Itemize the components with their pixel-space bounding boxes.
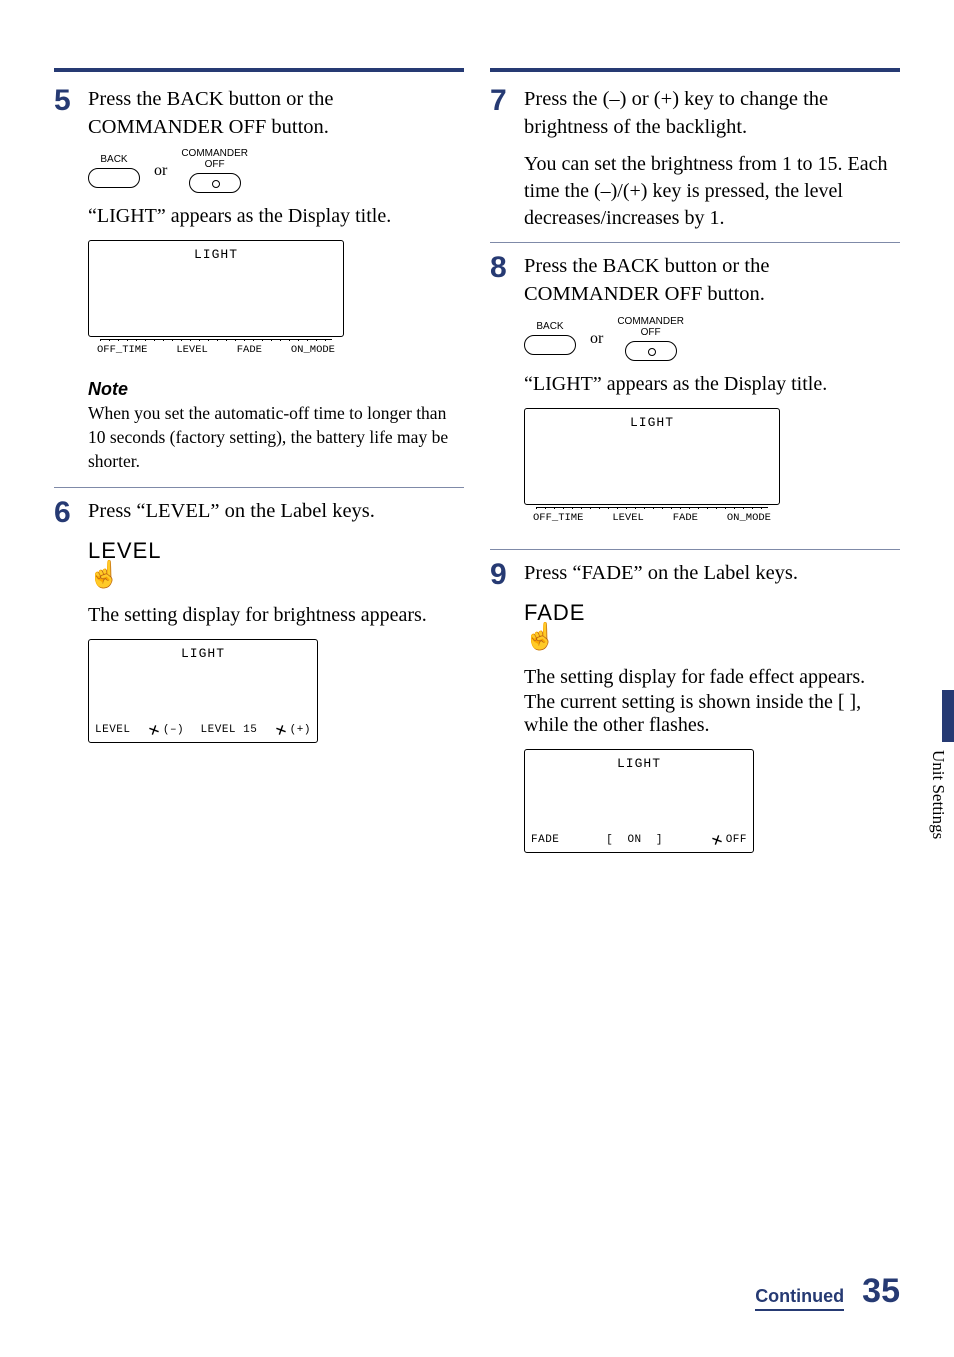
step-5-text: Press the BACK button or the COMMANDER O…	[88, 86, 464, 141]
flash-icon	[148, 724, 161, 737]
step-9-number: 9	[490, 560, 524, 590]
divider	[490, 549, 900, 550]
lcd-strip-onmode: ON_MODE	[291, 344, 335, 356]
lcd-strip-fade: FADE	[237, 344, 262, 356]
commander-off-label-2: OFF	[641, 328, 661, 338]
step-9-text: Press “FADE” on the Label keys.	[524, 560, 900, 588]
step-8-result-text: “LIGHT” appears as the Display title.	[524, 373, 900, 396]
step-6-result-text: The setting display for brightness appea…	[88, 604, 464, 627]
lcd-title: LIGHT	[89, 640, 317, 665]
step-8-button-row: BACK or COMMANDER OFF	[524, 317, 900, 361]
lcd-light-menu: LIGHT OFF_TIME LEVEL FADE ON_MODE	[524, 408, 780, 531]
page-number: 35	[862, 1272, 900, 1311]
section-rule	[54, 68, 464, 72]
step-8-number: 8	[490, 253, 524, 283]
step-5-result-text: “LIGHT” appears as the Display title.	[88, 205, 464, 228]
lcd-strip-fade: FADE	[673, 512, 698, 524]
commander-off-button-graphic: COMMANDER OFF	[181, 149, 248, 193]
section-rule	[490, 68, 900, 72]
step-7: 7 Press the (–) or (+) key to change the…	[490, 86, 900, 232]
step-7-subtext: You can set the brightness from 1 to 15.…	[524, 151, 900, 232]
lcd-strip-onmode: ON_MODE	[727, 512, 771, 524]
lcd-fade-left: FADE	[531, 834, 559, 846]
lcd-fade-on: [ ON ]	[606, 834, 663, 846]
step-7-text: Press the (–) or (+) key to change the b…	[524, 86, 900, 141]
lcd-level-value: LEVEL 15	[201, 724, 258, 736]
lcd-fade-setting: LIGHT FADE [ ON ] OFF	[524, 749, 754, 853]
lcd-fade-off: OFF	[726, 834, 747, 846]
commander-off-label-2: OFF	[205, 160, 225, 170]
step-6-text: Press “LEVEL” on the Label keys.	[88, 498, 464, 526]
back-button-icon	[88, 168, 140, 188]
hand-press-icon: ☝	[524, 624, 556, 650]
hand-press-icon: ☝	[88, 562, 120, 588]
lcd-plus: (+)	[290, 724, 311, 736]
flash-icon	[710, 833, 723, 846]
section-side-tab: Unit Settings	[928, 690, 954, 900]
note-heading: Note	[88, 379, 464, 400]
lcd-title: LIGHT	[525, 409, 779, 434]
commander-off-button-icon	[625, 341, 677, 361]
step-9-result-text-2: The current setting is shown inside the …	[524, 691, 900, 737]
or-text: or	[590, 330, 603, 348]
step-9: 9 Press “FADE” on the Label keys.	[490, 560, 900, 590]
commander-off-button-graphic: COMMANDER OFF	[617, 317, 684, 361]
commander-off-label-1: COMMANDER	[181, 149, 248, 159]
lcd-strip-level: LEVEL	[612, 512, 644, 524]
lcd-level-setting: LIGHT LEVEL (–) LEVEL 15 (+)	[88, 639, 318, 743]
lcd-strip-offtime: OFF_TIME	[533, 512, 583, 524]
step-9-result-text-1: The setting display for fade effect appe…	[524, 666, 900, 689]
back-button-icon	[524, 335, 576, 355]
back-button-label: BACK	[536, 322, 563, 332]
section-tab-text: Unit Settings	[928, 750, 948, 839]
lcd-level-left: LEVEL	[95, 724, 131, 736]
back-button-graphic: BACK	[88, 155, 140, 188]
lcd-strip-level: LEVEL	[176, 344, 208, 356]
lcd-minus: (–)	[163, 724, 184, 736]
section-tab-marker	[942, 690, 954, 742]
commander-off-label-1: COMMANDER	[617, 317, 684, 327]
lcd-light-menu: LIGHT OFF_TIME LEVEL FADE ON_MODE	[88, 240, 344, 363]
step-7-number: 7	[490, 86, 524, 116]
step-8: 8 Press the BACK button or the COMMANDER…	[490, 253, 900, 308]
or-text: or	[154, 162, 167, 180]
lcd-strip-offtime: OFF_TIME	[97, 344, 147, 356]
fade-label-key: FADE ☝	[524, 600, 900, 654]
back-button-graphic: BACK	[524, 322, 576, 355]
note-body: When you set the automatic-off time to l…	[88, 402, 464, 473]
divider	[54, 487, 464, 488]
divider	[490, 242, 900, 243]
flash-icon	[274, 724, 287, 737]
page-footer: Continued 35	[54, 1272, 900, 1311]
continued-label: Continued	[755, 1286, 844, 1311]
back-button-label: BACK	[100, 155, 127, 165]
step-8-text: Press the BACK button or the COMMANDER O…	[524, 253, 900, 308]
level-label-key: LEVEL ☝	[88, 538, 464, 592]
commander-off-button-icon	[189, 173, 241, 193]
step-6-number: 6	[54, 498, 88, 528]
lcd-title: LIGHT	[525, 750, 753, 775]
lcd-title: LIGHT	[89, 241, 343, 266]
step-5: 5 Press the BACK button or the COMMANDER…	[54, 86, 464, 141]
step-5-number: 5	[54, 86, 88, 116]
step-6: 6 Press “LEVEL” on the Label keys.	[54, 498, 464, 528]
step-5-button-row: BACK or COMMANDER OFF	[88, 149, 464, 193]
